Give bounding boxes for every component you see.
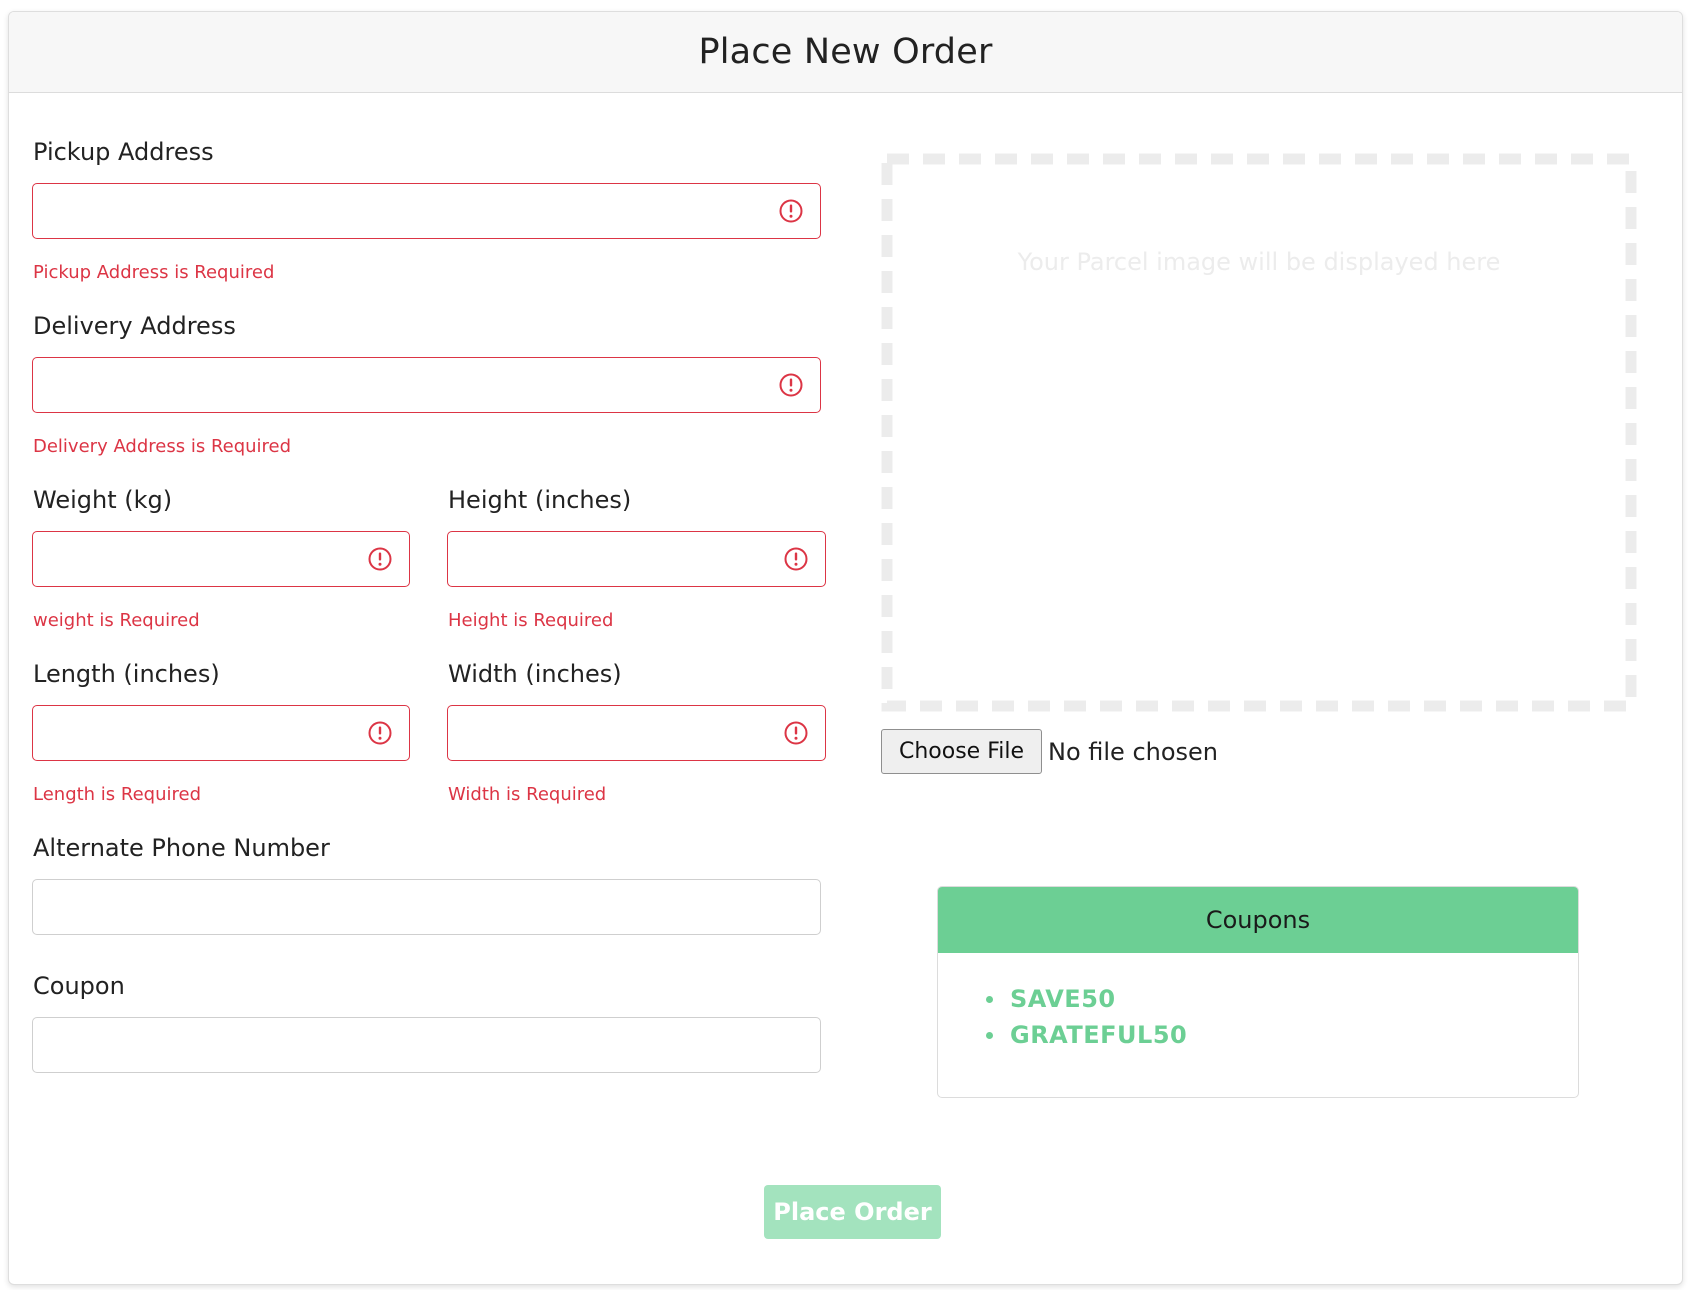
coupon-field [32, 1017, 821, 1073]
delivery-address-label: Delivery Address [33, 312, 236, 340]
width-field [447, 705, 826, 761]
place-order-button[interactable]: Place Order [764, 1185, 941, 1239]
coupon-item: SAVE50 [986, 981, 1187, 1017]
height-label: Height (inches) [448, 486, 632, 514]
coupon-item: GRATEFUL50 [986, 1017, 1187, 1053]
card-header: Place New Order [9, 12, 1682, 93]
weight-error: weight is Required [33, 610, 200, 631]
order-card: Place New Order Pickup Address Pickup Ad… [8, 11, 1683, 1285]
exclamation-circle-icon [368, 721, 392, 745]
file-status: No file chosen [1048, 737, 1219, 766]
width-error: Width is Required [448, 784, 607, 805]
height-input[interactable] [448, 532, 825, 586]
coupons-title: Coupons [938, 887, 1578, 953]
length-field [32, 705, 410, 761]
weight-field [32, 531, 410, 587]
pickup-address-input[interactable] [33, 184, 820, 238]
alternate-phone-label: Alternate Phone Number [33, 834, 330, 862]
pickup-address-error: Pickup Address is Required [33, 262, 275, 283]
alternate-phone-input[interactable] [33, 880, 820, 934]
coupons-list: SAVE50 GRATEFUL50 [986, 981, 1187, 1053]
weight-label: Weight (kg) [33, 486, 173, 514]
length-error: Length is Required [33, 784, 202, 805]
exclamation-circle-icon [779, 199, 803, 223]
delivery-address-field [32, 357, 821, 413]
bullet-dot-icon [986, 996, 993, 1003]
height-error: Height is Required [448, 610, 614, 631]
dashed-border [881, 153, 1637, 712]
exclamation-circle-icon [779, 373, 803, 397]
delivery-address-error: Delivery Address is Required [33, 436, 292, 457]
file-input: Choose File No file chosen [881, 729, 1218, 774]
exclamation-circle-icon [368, 547, 392, 571]
width-label: Width (inches) [448, 660, 622, 688]
length-input[interactable] [33, 706, 409, 760]
delivery-address-input[interactable] [33, 358, 820, 412]
coupon-code: SAVE50 [1010, 985, 1116, 1013]
pickup-address-field [32, 183, 821, 239]
parcel-image-placeholder: Your Parcel image will be displayed here [1017, 248, 1501, 276]
bullet-dot-icon [986, 1032, 993, 1039]
exclamation-circle-icon [784, 547, 808, 571]
width-input[interactable] [448, 706, 825, 760]
page-title: Place New Order [698, 32, 993, 72]
pickup-address-label: Pickup Address [33, 138, 214, 166]
coupon-code: GRATEFUL50 [1010, 1021, 1188, 1049]
weight-input[interactable] [33, 532, 409, 586]
choose-file-button[interactable]: Choose File [881, 729, 1042, 774]
coupon-input[interactable] [33, 1018, 820, 1072]
length-label: Length (inches) [33, 660, 220, 688]
alternate-phone-field [32, 879, 821, 935]
coupons-card: Coupons SAVE50 GRATEFUL50 [937, 886, 1579, 1098]
height-field [447, 531, 826, 587]
coupon-label: Coupon [33, 972, 125, 1000]
exclamation-circle-icon [784, 721, 808, 745]
parcel-image-preview: Your Parcel image will be displayed here [881, 153, 1637, 712]
